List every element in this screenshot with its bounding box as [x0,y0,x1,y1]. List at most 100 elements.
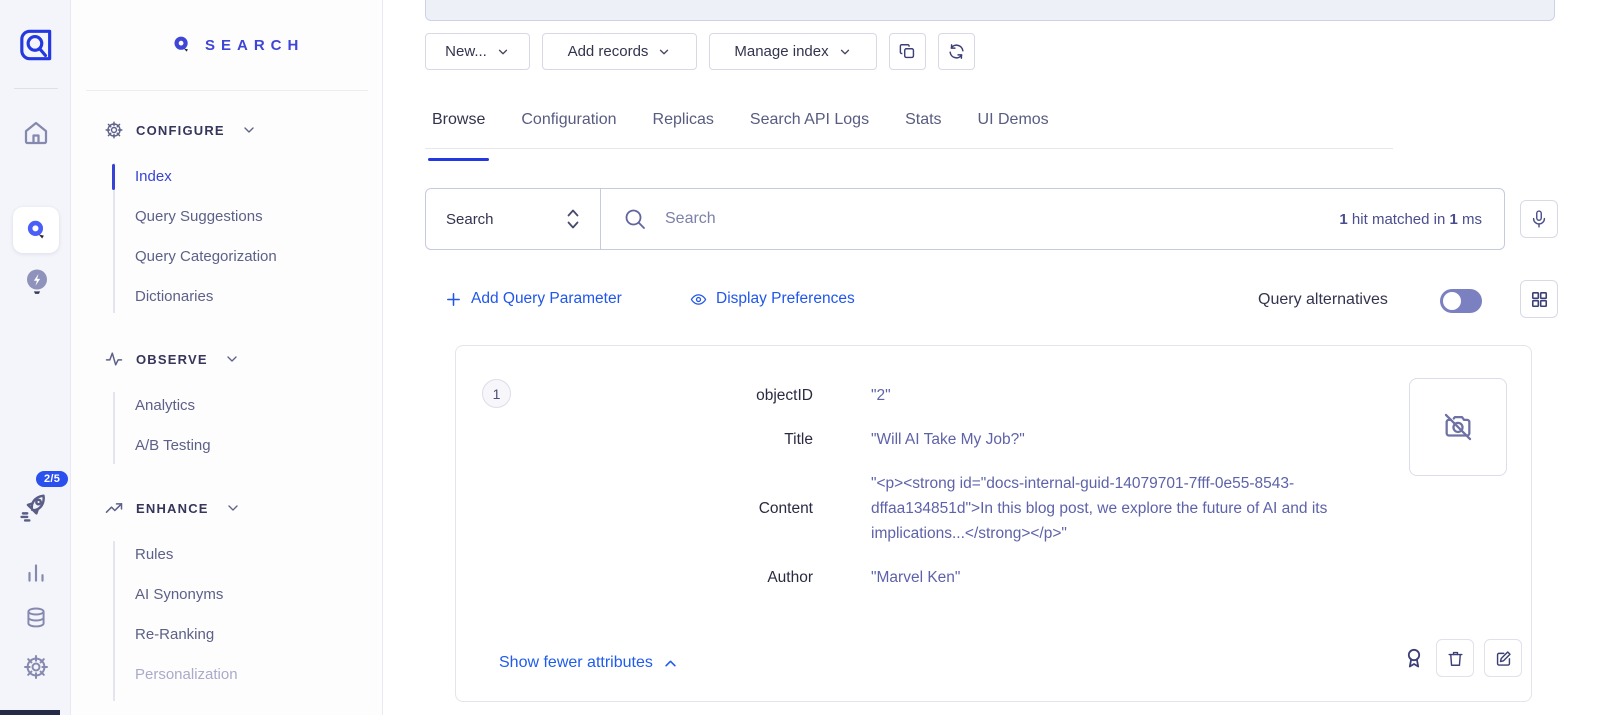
chevron-up-icon [663,656,678,671]
activity-icon [104,349,124,369]
new-button[interactable]: New... [425,33,530,70]
rocket-icon[interactable] [18,490,52,524]
section-rule [113,392,115,464]
grid-icon [1530,290,1549,309]
display-preferences-link[interactable]: Display Preferences [690,290,855,308]
section-observe[interactable]: OBSERVE [104,349,240,369]
sidebar-item-query-suggestions[interactable]: Query Suggestions [135,206,263,228]
sidebar-product-title: SEARCH [171,34,304,56]
section-rule [113,541,115,701]
settings-gear-icon[interactable] [22,653,50,681]
rail-divider [14,88,58,89]
copy-button[interactable] [889,33,926,70]
query-alternatives-toggle[interactable] [1440,289,1482,313]
hits-status: 1 hit matched in 1 ms [1339,211,1482,228]
gear-icon [104,120,124,140]
database-icon[interactable] [23,605,49,631]
usage-badge: 2/5 [36,471,68,487]
tab-ui-demos[interactable]: UI Demos [978,105,1049,148]
chevron-down-icon [225,500,241,516]
voice-search-button[interactable] [1520,200,1558,238]
search-bar: Search 1 hit matched in 1 ms [425,188,1505,250]
tab-search-api-logs[interactable]: Search API Logs [750,105,869,148]
sidebar-item-personalization[interactable]: Personalization [135,664,238,686]
recommend-lightbulb-icon[interactable] [22,267,52,297]
sidebar-item-index[interactable]: Index [135,166,172,188]
refresh-icon [947,42,966,61]
attribute-name: Author [456,565,813,590]
sidebar-divider [86,90,368,91]
query-alternatives-label: Query alternatives [1258,291,1388,309]
search-input[interactable] [665,210,1321,228]
analytics-bars-icon[interactable] [23,560,49,586]
section-enhance[interactable]: ENHANCE [104,498,241,518]
index-selector-bar-partial[interactable] [425,0,1555,21]
search-input-area: 1 hit matched in 1 ms [601,189,1504,249]
attribute-row: Title "Will AI Take My Job?" [456,427,1396,452]
attribute-row: Author "Marvel Ken" [456,565,1396,590]
microphone-icon [1529,209,1549,229]
attribute-value: "2" [871,383,1396,408]
attribute-name: Title [456,427,813,452]
algolia-logo-icon[interactable] [15,24,57,66]
record-actions [1402,639,1522,677]
edit-icon [1494,649,1513,668]
add-query-parameter-link[interactable]: Add Query Parameter [445,290,622,308]
algolia-dashboard: 2/5 [0,0,1600,715]
home-icon[interactable] [21,118,51,148]
chevron-down-icon [838,45,852,59]
icon-rail: 2/5 [0,0,71,715]
record-attributes: objectID "2" Title "Will AI Take My Job?… [456,383,1396,609]
attribute-name: Content [456,496,813,521]
attribute-value: "Marvel Ken" [871,565,1396,590]
toggle-knob [1443,292,1461,310]
attribute-row: Content "<p><strong id="docs-internal-gu… [456,471,1396,546]
add-records-button[interactable]: Add records [542,33,697,70]
chevron-down-icon [241,122,257,138]
promote-record-button[interactable] [1402,646,1426,670]
layout-grid-button[interactable] [1520,280,1558,318]
window-edge [0,710,60,715]
trending-up-icon [104,498,124,518]
manage-index-button[interactable]: Manage index [709,33,877,70]
sidebar-item-rules[interactable]: Rules [135,544,173,566]
award-ribbon-icon [1402,646,1426,670]
up-down-chevrons-icon [564,206,582,232]
show-fewer-attributes-link[interactable]: Show fewer attributes [499,654,678,672]
section-configure[interactable]: CONFIGURE [104,120,257,140]
chevron-down-icon [496,45,510,59]
chevron-down-icon [224,351,240,367]
record-card: 1 objectID "2" Title "Will AI Take My Jo… [455,345,1532,702]
delete-record-button[interactable] [1436,639,1474,677]
search-nav-active-tile[interactable] [13,207,59,253]
attribute-value: "Will AI Take My Job?" [871,427,1396,452]
chevron-down-icon [657,45,671,59]
search-icon [623,207,647,231]
search-product-icon [23,217,49,243]
tab-configuration[interactable]: Configuration [521,105,616,148]
attribute-row: objectID "2" [456,383,1396,408]
refresh-button[interactable] [938,33,975,70]
trash-icon [1446,649,1465,668]
edit-record-button[interactable] [1484,639,1522,677]
attribute-name: objectID [456,383,813,408]
sidebar-item-ab-testing[interactable]: A/B Testing [135,435,211,457]
tab-bar: Browse Configuration Replicas Search API… [425,105,1393,149]
sidebar: SEARCH CONFIGURE Index Query Suggestions… [71,0,383,715]
active-item-bar [112,164,115,190]
sidebar-item-query-categorization[interactable]: Query Categorization [135,246,277,268]
attribute-value: "<p><strong id="docs-internal-guid-14079… [871,471,1396,546]
tab-browse[interactable]: Browse [432,105,485,148]
search-title-icon [171,34,193,56]
plus-icon [445,291,462,308]
copy-icon [898,42,917,61]
sidebar-item-re-ranking[interactable]: Re-Ranking [135,624,214,646]
record-image-placeholder [1409,378,1507,476]
tab-stats[interactable]: Stats [905,105,941,148]
tab-replicas[interactable]: Replicas [653,105,714,148]
search-scope-select[interactable]: Search [426,189,601,249]
sidebar-item-dictionaries[interactable]: Dictionaries [135,286,213,308]
sidebar-item-analytics[interactable]: Analytics [135,395,195,417]
eye-icon [690,291,707,308]
sidebar-item-ai-synonyms[interactable]: AI Synonyms [135,584,223,606]
